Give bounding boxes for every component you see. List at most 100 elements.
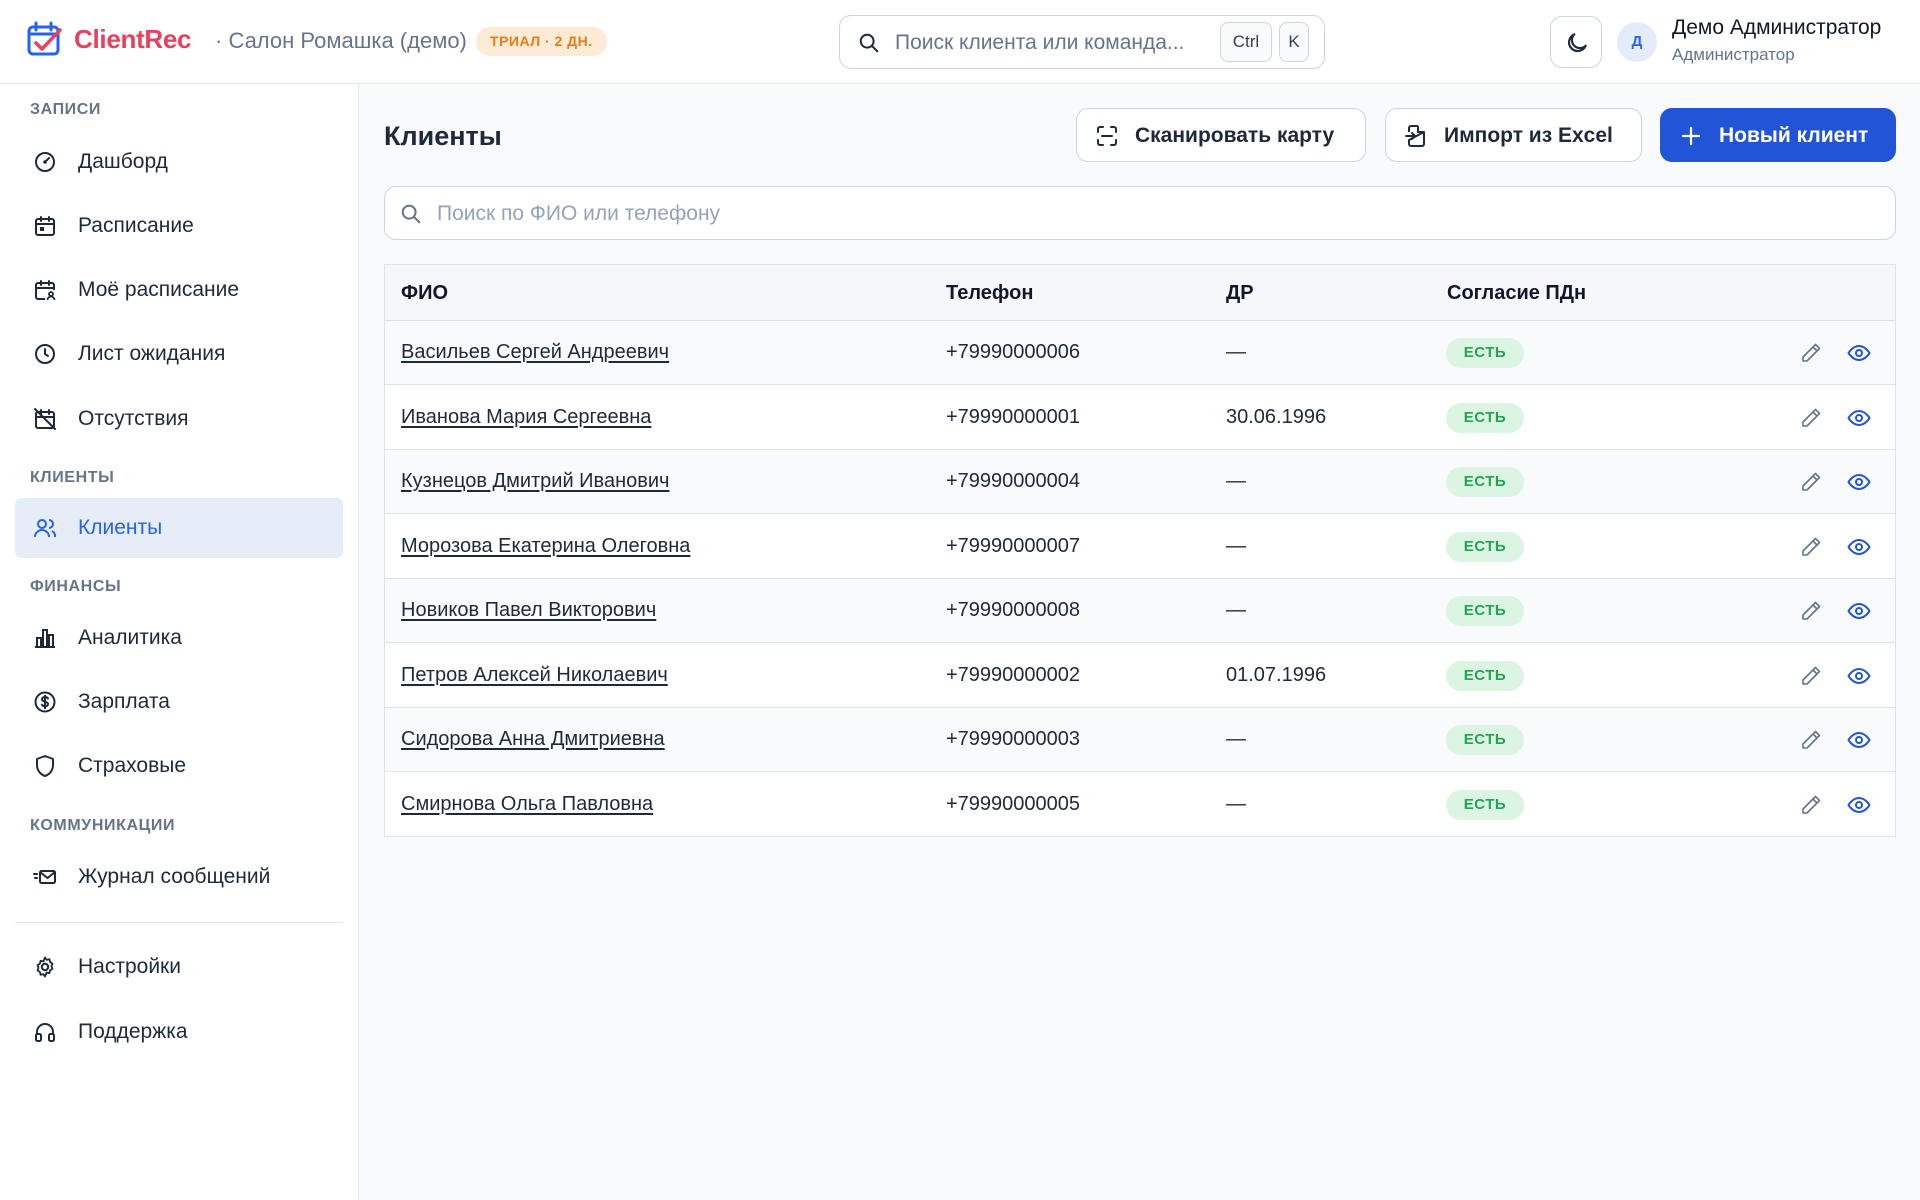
client-name-link[interactable]: Петров Алексей Николаевич bbox=[401, 664, 668, 687]
pencil-icon[interactable] bbox=[1799, 341, 1823, 365]
client-dob: — bbox=[1226, 341, 1246, 363]
sidebar-item-label: Расписание bbox=[78, 214, 194, 237]
consent-badge: ЕСТЬ bbox=[1446, 789, 1524, 820]
calendar-icon bbox=[35, 216, 55, 236]
import-excel-button[interactable]: Импорт из Excel bbox=[1385, 108, 1642, 162]
sidebar-item-label: Поддержка bbox=[78, 1020, 188, 1043]
column-header-dob[interactable]: ДР bbox=[1226, 282, 1254, 305]
new-client-button[interactable]: Новый клиент bbox=[1660, 108, 1896, 162]
client-dob: 01.07.1996 bbox=[1226, 663, 1327, 686]
sidebar-item-label: Моё расписание bbox=[78, 278, 240, 301]
section-title-records: ЗАПИСИ bbox=[30, 101, 102, 118]
sidebar-item-message-log[interactable]: Журнал сообщений bbox=[15, 847, 343, 907]
client-dob: — bbox=[1226, 792, 1246, 815]
pencil-icon[interactable] bbox=[1799, 470, 1823, 494]
sidebar-item-label: Настройки bbox=[78, 955, 181, 978]
client-name-link[interactable]: Кузнецов Дмитрий Иванович bbox=[401, 470, 669, 493]
table-row: Морозова Екатерина Олеговна +79990000007 —… bbox=[385, 515, 1895, 579]
pencil-icon[interactable] bbox=[1799, 728, 1823, 752]
client-name-link[interactable]: Васильев Сергей Андреевич bbox=[401, 341, 669, 364]
section-title-comms: КОММУНИКАЦИИ bbox=[30, 817, 176, 834]
scan-card-button[interactable]: Сканировать карту bbox=[1076, 108, 1366, 162]
theme-toggle-button[interactable] bbox=[1550, 16, 1602, 68]
consent-badge: ЕСТЬ bbox=[1446, 338, 1524, 368]
eye-icon[interactable] bbox=[1847, 535, 1871, 559]
table-row: Васильев Сергей Андреевич +79990000006 — ЕС… bbox=[385, 321, 1895, 385]
consent-badge: ЕСТЬ bbox=[1446, 531, 1524, 562]
sidebar-item-absences[interactable]: Отсутствия bbox=[15, 389, 343, 449]
gauge-icon bbox=[35, 152, 55, 172]
client-phone: +79990000001 bbox=[946, 405, 1081, 428]
user-role: Администратор bbox=[1672, 45, 1795, 64]
client-search-placeholder: Поиск по ФИО или телефону bbox=[437, 202, 721, 225]
client-name-link[interactable]: Иванова Мария Сергеевна bbox=[401, 406, 651, 429]
sidebar-item-label: Страховые bbox=[78, 754, 187, 777]
column-header-name[interactable]: ФИО bbox=[401, 282, 448, 305]
client-name-link[interactable]: Сидорова Анна Дмитриевна bbox=[401, 728, 665, 751]
eye-icon[interactable] bbox=[1847, 470, 1871, 494]
shortcut-key-k: K bbox=[1279, 22, 1309, 62]
sidebar-divider bbox=[15, 922, 343, 923]
consent-badge: ЕСТЬ bbox=[1446, 660, 1524, 691]
sidebar-item-label: Аналитика bbox=[78, 626, 182, 649]
pencil-icon[interactable] bbox=[1799, 406, 1823, 430]
sidebar-item-label: Лист ожидания bbox=[78, 342, 226, 365]
eye-icon[interactable] bbox=[1847, 793, 1871, 817]
dollar-circle-icon bbox=[34, 691, 56, 713]
sidebar-item-clients[interactable]: Клиенты bbox=[15, 498, 343, 558]
client-search-input[interactable]: Поиск по ФИО или телефону bbox=[384, 186, 1896, 240]
eye-icon[interactable] bbox=[1847, 341, 1871, 365]
table-row: Смирнова Ольга Павловна +79990000005 — ЕСТЬ bbox=[385, 773, 1895, 837]
eye-icon[interactable] bbox=[1847, 406, 1871, 430]
sidebar-item-support[interactable]: Поддержка bbox=[15, 1002, 343, 1062]
sidebar-item-label: Клиенты bbox=[78, 516, 163, 539]
client-dob: — bbox=[1226, 470, 1246, 492]
clock-icon bbox=[35, 344, 55, 364]
client-name-link[interactable]: Смирнова Ольга Павловна bbox=[401, 793, 653, 816]
calendar-user-icon bbox=[35, 280, 56, 301]
sidebar-item-schedule[interactable]: Расписание bbox=[15, 196, 343, 256]
sidebar-item-label: Журнал сообщений bbox=[78, 865, 271, 888]
sidebar-item-salary[interactable]: Зарплата bbox=[15, 672, 343, 732]
user-avatar[interactable]: Д bbox=[1617, 22, 1657, 62]
client-name-link[interactable]: Новиков Павел Викторович bbox=[401, 599, 656, 622]
users-icon bbox=[34, 519, 57, 538]
section-title-clients: КЛИЕНТЫ bbox=[30, 469, 115, 486]
consent-badge: ЕСТЬ bbox=[1446, 402, 1524, 433]
sidebar-item-my-schedule[interactable]: Моё расписание bbox=[15, 260, 343, 320]
column-header-phone[interactable]: Телефон bbox=[946, 282, 1033, 305]
import-excel-label: Импорт из Excel bbox=[1444, 124, 1613, 147]
clients-table: ФИО Телефон ДР Согласие ПДн Васильев Сер… bbox=[384, 264, 1896, 837]
pencil-icon[interactable] bbox=[1799, 599, 1823, 623]
sidebar: ЗАПИСИ Дашборд Расписание Моё расписание bbox=[0, 84, 359, 1200]
global-search-input[interactable]: Поиск клиента или команда... Ctrl K bbox=[839, 15, 1325, 69]
app-logo[interactable]: ClientRec bbox=[26, 20, 192, 58]
shortcut-key-ctrl: Ctrl bbox=[1220, 22, 1272, 62]
sidebar-item-waitlist[interactable]: Лист ожидания bbox=[15, 324, 343, 384]
eye-icon[interactable] bbox=[1847, 728, 1871, 752]
table-row: Петров Алексей Николаевич +79990000002 01.… bbox=[385, 644, 1895, 708]
eye-icon[interactable] bbox=[1847, 664, 1871, 688]
column-header-consent[interactable]: Согласие ПДн bbox=[1447, 282, 1586, 305]
pencil-icon[interactable] bbox=[1799, 535, 1823, 559]
sidebar-item-analytics[interactable]: Аналитика bbox=[15, 608, 343, 668]
sidebar-item-label: Отсутствия bbox=[78, 407, 189, 430]
client-name-link[interactable]: Морозова Екатерина Олеговна bbox=[401, 535, 690, 558]
scan-card-label: Сканировать карту bbox=[1135, 124, 1335, 147]
sidebar-item-insurance[interactable]: Страховые bbox=[15, 736, 343, 796]
client-phone: +79990000005 bbox=[946, 792, 1081, 815]
client-phone: +79990000007 bbox=[946, 534, 1081, 557]
eye-icon[interactable] bbox=[1847, 599, 1871, 623]
table-row: Сидорова Анна Дмитриевна +79990000003 — ЕСТ… bbox=[385, 708, 1895, 772]
trial-badge: ТРИАЛ · 2 ДН. bbox=[476, 27, 607, 56]
user-name[interactable]: Демо Администратор bbox=[1672, 16, 1881, 40]
calendar-off-icon bbox=[34, 408, 56, 430]
client-dob: 30.06.1996 bbox=[1226, 405, 1327, 428]
sidebar-item-dashboard[interactable]: Дашборд bbox=[15, 132, 343, 192]
pencil-icon[interactable] bbox=[1799, 793, 1823, 817]
client-phone: +79990000003 bbox=[946, 728, 1081, 750]
sidebar-item-settings[interactable]: Настройки bbox=[15, 937, 343, 997]
pencil-icon[interactable] bbox=[1799, 664, 1823, 688]
gear-icon bbox=[36, 956, 54, 978]
shield-icon bbox=[36, 755, 54, 777]
